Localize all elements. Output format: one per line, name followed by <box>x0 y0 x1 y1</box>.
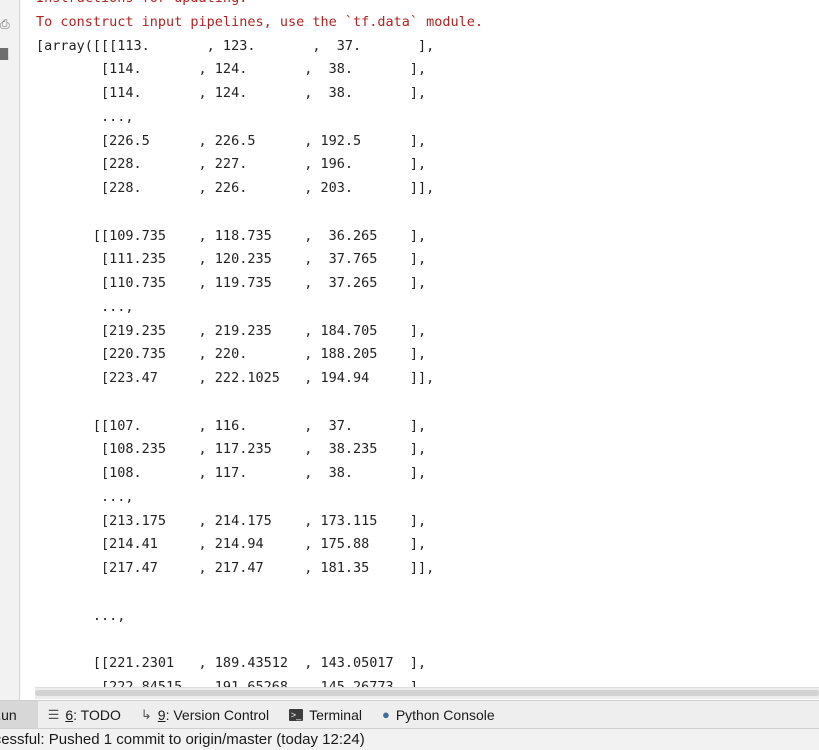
horizontal-scrollbar[interactable] <box>35 687 819 699</box>
console-output-line: [114. , 124. , 38. ], <box>36 61 427 78</box>
tool-window-todo[interactable]: ☰ 6: TODO <box>38 701 131 728</box>
run-console-output[interactable]: Instructions for updating: To construct … <box>20 0 819 687</box>
console-output-line: ..., <box>36 488 134 505</box>
status-bar: Push successful: Pushed 1 commit to orig… <box>0 729 819 750</box>
left-gutter-toolbar: ⎙ ▉ <box>0 0 20 700</box>
console-output-line: [217.47 , 217.47 , 181.35 ]], <box>36 560 435 576</box>
python-console-label: Python Console <box>395 706 495 723</box>
version-control-icon: ↳ <box>140 706 152 722</box>
console-output-line: [[109.735 , 118.735 , 36.265 ], <box>36 227 427 244</box>
scrollbar-thumb[interactable] <box>35 690 819 696</box>
todo-shortcut: 6 <box>65 706 74 723</box>
list-icon: ☰ <box>47 706 60 722</box>
console-output-line: ..., <box>36 108 134 125</box>
console-output-line: [111.235 , 120.235 , 37.765 ], <box>36 251 427 268</box>
status-message[interactable]: Push successful: Pushed 1 commit to orig… <box>0 731 365 748</box>
tool-window-version-control[interactable]: ↳ 9: Version Control <box>131 701 279 728</box>
console-output-line: [108. , 117. , 38. ], <box>36 465 427 481</box>
console-output-line: [228. , 226. , 203. ]], <box>36 180 435 196</box>
tool-window-terminal[interactable]: >_ Terminal <box>279 701 372 728</box>
console-output-line: [110.735 , 119.735 , 37.265 ], <box>36 275 427 291</box>
tool-window-run[interactable]: Run <box>0 701 38 728</box>
trash-icon[interactable]: ▉ <box>0 48 10 60</box>
print-icon[interactable]: ⎙ <box>0 18 10 30</box>
console-output-line: [222.84515 , 191.65268 , 145.26773 ], <box>36 678 427 687</box>
console-output-line: ..., <box>36 607 126 624</box>
vcs-shortcut: 9 <box>157 706 166 723</box>
console-output-line: [214.41 , 214.94 , 175.88 ], <box>36 536 427 553</box>
tool-window-python-console[interactable]: ● Python Console <box>372 701 505 728</box>
console-output-line: [108.235 , 117.235 , 38.235 ], <box>36 441 427 458</box>
console-output-line: [220.735 , 220. , 188.205 ], <box>36 346 427 363</box>
console-warning-line: Instructions for updating: <box>36 0 247 6</box>
console-output-line: [[221.2301 , 189.43512 , 143.05017 ], <box>36 655 427 671</box>
run-label: Run <box>0 706 17 723</box>
vcs-label: : Version Control <box>165 706 270 723</box>
console-output-line: [array([[[113. , 123. , 37. ], <box>36 37 435 54</box>
tool-window-bar: Run ☰ 6: TODO ↳ 9: Version Control >_ Te… <box>0 700 819 729</box>
console-text: Instructions for updating: To construct … <box>36 0 483 687</box>
terminal-label: Terminal <box>309 706 362 723</box>
console-output-line: [219.235 , 219.235 , 184.705 ], <box>36 322 427 339</box>
console-warning-line: To construct input pipelines, use the `t… <box>36 13 484 30</box>
python-icon: ● <box>381 707 390 722</box>
console-output-line: [228. , 227. , 196. ], <box>36 156 427 173</box>
console-output-line: [[107. , 116. , 37. ], <box>36 417 427 434</box>
console-output-line: [223.47 , 222.1025 , 194.94 ]], <box>36 370 435 386</box>
terminal-icon: >_ <box>289 708 304 721</box>
console-output-line: [226.5 , 226.5 , 192.5 ], <box>36 132 427 149</box>
console-output-line: [213.175 , 214.175 , 173.115 ], <box>36 512 427 529</box>
console-output-line: [114. , 124. , 38. ], <box>36 85 427 101</box>
console-output-line: ..., <box>36 298 134 315</box>
todo-label: : TODO <box>73 706 121 723</box>
